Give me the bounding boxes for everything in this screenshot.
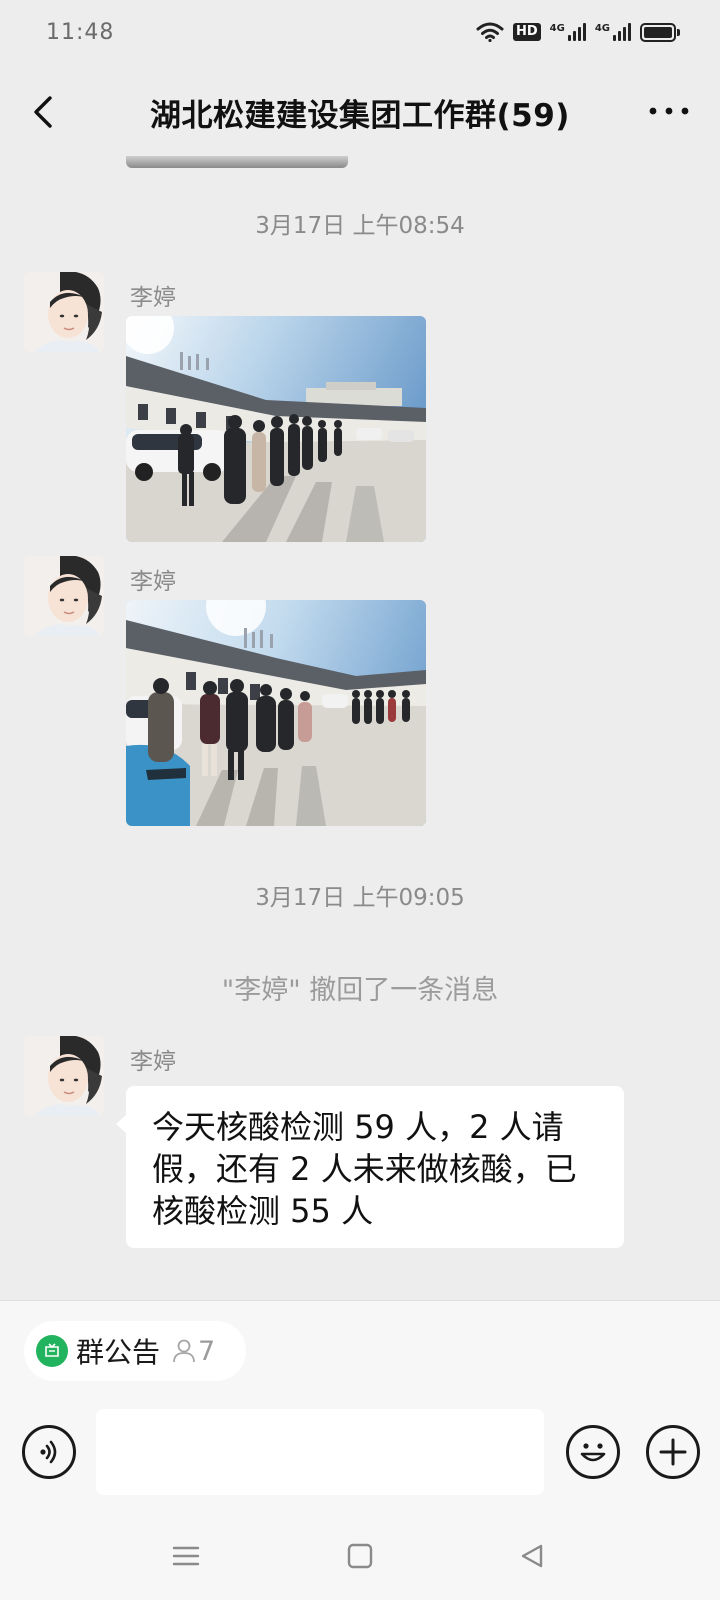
image-message: 李婷 (24, 556, 696, 832)
system-nav-bar (0, 1516, 720, 1600)
photo-image (126, 316, 426, 542)
sender-name: 李婷 (130, 1049, 176, 1075)
status-bar: 11:48 HD 4G 4G (0, 0, 720, 64)
avatar-image (24, 556, 104, 636)
avatar[interactable] (24, 1036, 104, 1116)
status-icons: HD 4G 4G (476, 22, 680, 42)
emoji-icon (580, 1443, 606, 1462)
recall-notice: "李婷" 撤回了一条消息 (221, 975, 499, 1006)
avatar-image (24, 272, 104, 352)
avatar[interactable] (24, 556, 104, 636)
chat-title: 湖北松建建设集团工作群(59) (150, 97, 570, 134)
more-button[interactable] (644, 96, 694, 126)
signal-icon-2: 4G (595, 23, 631, 41)
photo-image (126, 600, 426, 826)
battery-icon (640, 22, 680, 42)
notice-readers: 7 (172, 1336, 215, 1367)
chevron-left-icon (34, 96, 52, 128)
home-square-icon (347, 1543, 373, 1569)
hd-icon: HD (512, 23, 541, 41)
network-label-1: 4G (549, 23, 565, 34)
wifi-icon (476, 22, 504, 42)
triangle-back-icon (521, 1544, 543, 1568)
notice-icon (36, 1335, 68, 1367)
person-icon (173, 1339, 195, 1363)
signal-icon-1: 4G (550, 23, 586, 41)
chat-header: 湖北松建建设集团工作群(59) (0, 70, 720, 154)
network-label-2: 4G (594, 23, 610, 34)
avatar[interactable] (24, 272, 104, 352)
notice-count: 7 (198, 1335, 216, 1367)
sender-name: 李婷 (130, 569, 176, 595)
message-bubble[interactable]: 今天核酸检测 59 人，2 人请假，还有 2 人未来做核酸，已核酸检测 55 人 (116, 1086, 624, 1248)
message-input[interactable] (96, 1409, 544, 1495)
voice-button[interactable] (22, 1425, 76, 1479)
photo-thumbnail[interactable] (126, 600, 426, 826)
photo-thumbnail[interactable] (126, 316, 426, 542)
input-bar (0, 1409, 720, 1495)
group-notice-button[interactable]: 群公告 7 (24, 1321, 246, 1381)
notice-label: 群公告 (76, 1336, 161, 1369)
plus-icon (659, 1438, 687, 1466)
voice-icon (40, 1440, 57, 1464)
timestamp: 3月17日 上午09:05 (255, 885, 465, 911)
back-button[interactable] (24, 92, 64, 132)
menu-button[interactable] (156, 1526, 216, 1586)
system-back-button[interactable] (502, 1526, 562, 1586)
status-time: 11:48 (46, 19, 115, 45)
ellipsis-icon (649, 107, 689, 115)
timestamp: 3月17日 上午08:54 (255, 213, 465, 239)
previous-image-edge[interactable] (126, 156, 348, 168)
text-message: 李婷 今天核酸检测 59 人，2 人请假，还有 2 人未来做核酸，已核酸检测 5… (24, 1036, 696, 1276)
image-message: 李婷 (24, 272, 696, 548)
menu-icon (172, 1546, 200, 1566)
avatar-image (24, 1036, 104, 1116)
emoji-button[interactable] (566, 1425, 620, 1479)
battery-level (644, 26, 672, 38)
sender-name: 李婷 (130, 285, 176, 311)
more-functions-button[interactable] (646, 1425, 700, 1479)
home-button[interactable] (330, 1526, 390, 1586)
